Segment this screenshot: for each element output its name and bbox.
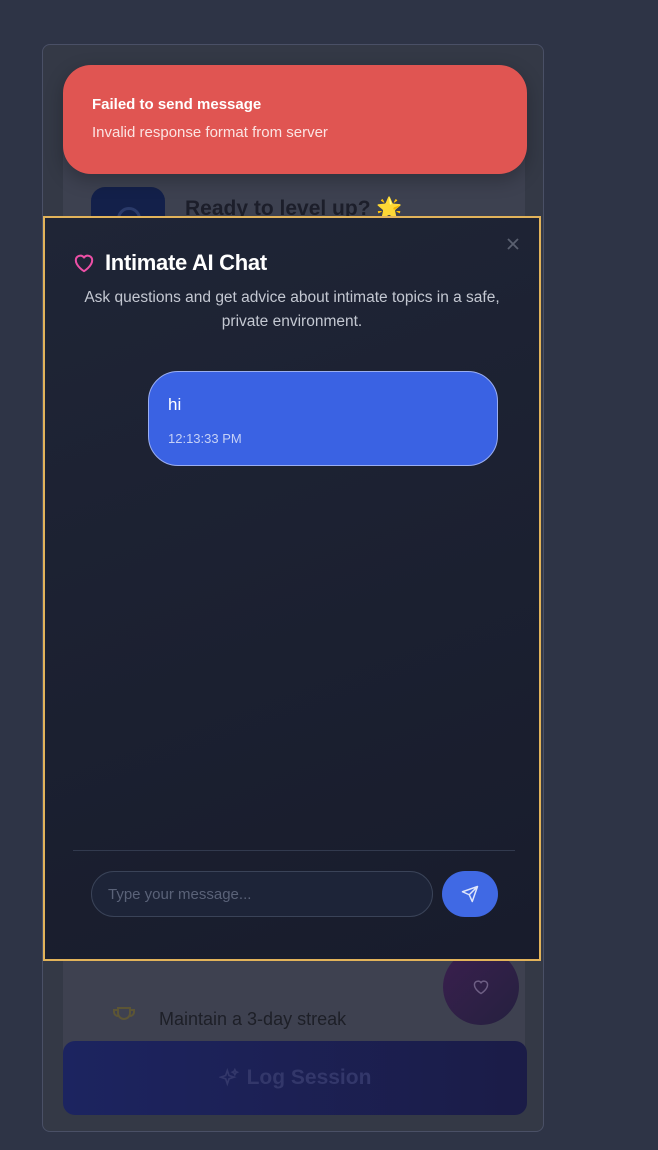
heart-icon	[473, 980, 489, 995]
user-message-bubble: hi 12:13:33 PM	[148, 371, 498, 466]
app-frame: Ready to level up? 🌟 Maintain a 3-day st…	[42, 44, 544, 1132]
chat-dialog: Intimate AI Chat Ask questions and get a…	[43, 216, 541, 961]
sparkles-icon	[218, 1068, 239, 1087]
close-button[interactable]	[503, 234, 523, 254]
message-timestamp: 12:13:33 PM	[168, 431, 242, 446]
toast-message: Invalid response format from server	[92, 124, 328, 141]
send-button[interactable]	[442, 871, 498, 917]
toast-title: Failed to send message	[92, 96, 262, 113]
heart-icon	[74, 254, 94, 273]
input-divider	[73, 850, 515, 851]
send-icon	[461, 885, 479, 903]
streak-challenge-text: Maintain a 3-day streak	[159, 1009, 347, 1029]
error-toast: Failed to send message Invalid response …	[63, 65, 527, 174]
log-session-button[interactable]: Log Session	[63, 1041, 527, 1115]
close-icon	[507, 238, 519, 250]
message-text: hi	[168, 395, 182, 414]
dialog-title-text: Intimate AI Chat	[105, 250, 267, 275]
dialog-description: Ask questions and get advice about intim…	[84, 289, 500, 330]
log-session-label: Log Session	[246, 1066, 372, 1089]
trophy-icon	[113, 1007, 135, 1025]
dialog-title: Intimate AI Chat	[73, 250, 267, 276]
message-input[interactable]	[91, 871, 433, 917]
